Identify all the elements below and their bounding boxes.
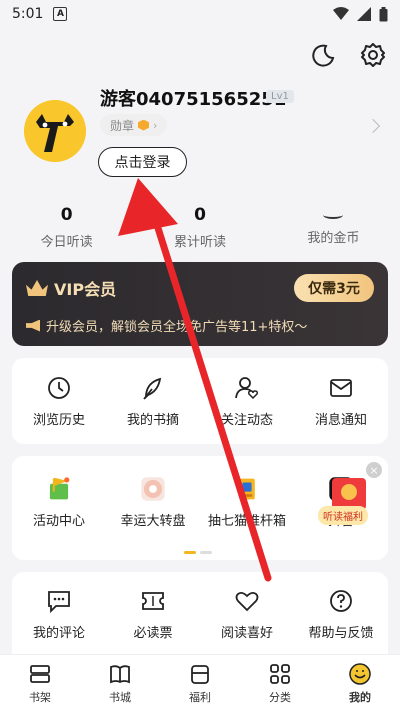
help-icon [330,589,352,612]
smiley-icon [349,663,371,685]
wifi-icon [333,7,349,20]
stats-row: 0 今日听读 0 累计听读 我的金币 [0,205,400,250]
vip-buy-button[interactable]: 仅需3元 [294,274,374,302]
profile-section[interactable]: 游客040751565251 Lv1 勋章 › 点击登录 [24,85,384,185]
shortcut-messages[interactable]: 消息通知 [294,358,388,444]
more-label: 阅读喜好 [220,625,273,641]
red-packet-widget[interactable]: 听读福利 [318,478,374,525]
more-comments[interactable]: 我的评论 [12,572,106,656]
username: 游客040751565251 [100,89,287,110]
stat-value: 0 [194,205,206,225]
medal-icon [138,119,150,131]
tab-label: 我的 [349,691,371,704]
activity-wheel[interactable]: 幸运大转盘 [106,456,200,548]
shortcut-label: 我的书摘 [126,412,179,428]
tab-welfare[interactable]: 福利 [160,655,240,712]
status-right [333,6,388,22]
ticket-icon [142,591,164,610]
activities-card: 活动中心 幸运大转盘 抽七猫推杆箱 抖音 × 听读福利 [12,456,388,560]
shortcut-label: 浏览历史 [32,412,85,428]
tab-mine[interactable]: 我的 [320,655,400,712]
activity-prize-box[interactable]: 抽七猫推杆箱 [200,456,294,548]
medal-button[interactable]: 勋章 › [100,114,168,136]
vip-title-text: VIP会员 [54,280,117,299]
grid-icon [270,664,290,684]
more-label: 必读票 [133,625,173,641]
signal-icon [357,7,371,21]
gear-icon[interactable] [360,42,386,68]
activity-label: 幸运大转盘 [120,513,186,529]
login-button[interactable]: 点击登录 [98,147,187,177]
more-label: 帮助与反馈 [308,625,374,641]
more-card: 我的评论 必读票 阅读喜好 帮助与反馈 [12,572,388,656]
shortcuts-card: 浏览历史 我的书摘 关注动态 消息通知 [12,358,388,444]
shortcut-excerpts[interactable]: 我的书摘 [106,358,200,444]
user-heart-icon [235,376,258,399]
tab-label: 福利 [189,691,211,704]
tab-bookstore[interactable]: 书城 [80,655,160,712]
activity-center[interactable]: 活动中心 [12,456,106,548]
vip-banner[interactable]: VIP会员 仅需3元 升级会员，解锁会员全场免广告等11+特权～ [12,262,388,346]
book-icon [110,665,130,684]
shortcut-follow[interactable]: 关注动态 [200,358,294,444]
prize-box-icon [239,478,255,499]
top-actions [310,42,386,68]
activity-label: 抽七猫推杆箱 [207,513,286,529]
feather-icon [143,377,162,400]
stat-label: 今日听读 [40,235,93,250]
medal-label: 勋章 [110,118,135,133]
tab-bookshelf[interactable]: 书架 [0,655,80,712]
coin-icon [341,484,357,500]
more-preferences[interactable]: 阅读喜好 [200,572,294,656]
vip-description: 升级会员，解锁会员全场免广告等11+特权～ [26,316,307,335]
shortcut-label: 消息通知 [314,412,367,428]
mail-icon [330,378,352,397]
stat-today-listen[interactable]: 0 今日听读 [0,205,133,250]
tab-label: 分类 [269,691,291,704]
stat-coins[interactable]: 我的金币 [267,205,400,250]
wheel-icon [141,476,165,501]
battery-icon [379,6,388,21]
carousel-indicator [184,551,212,554]
vip-title: VIP会员 [26,276,116,300]
close-icon[interactable]: × [366,462,382,478]
hidden-eye-icon[interactable] [323,211,344,219]
crown-icon [26,280,48,296]
chevron-right-icon: › [153,118,158,132]
status-time: 5:01 [12,6,44,22]
more-ticket[interactable]: 必读票 [106,572,200,656]
bookshelf-icon [30,665,50,683]
tab-category[interactable]: 分类 [240,655,320,712]
vip-description-text: 升级会员，解锁会员全场免广告等11+特权～ [46,320,308,335]
megaphone-icon [26,319,40,332]
cat-logo-icon [24,100,86,162]
stat-total-listen[interactable]: 0 累计听读 [133,205,266,250]
gift-icon [191,665,209,684]
stat-label: 累计听读 [173,235,226,250]
clock-icon [48,376,70,399]
stat-value: 0 [60,205,73,225]
activity-flag-icon [49,476,70,499]
profile-chevron-icon [365,118,381,134]
status-bar: 5:01 A [0,0,400,28]
tab-label: 书架 [29,691,51,704]
moon-icon[interactable] [310,42,336,68]
avatar[interactable] [24,100,86,162]
more-help[interactable]: 帮助与反馈 [294,572,388,656]
red-packet-label: 听读福利 [318,506,368,525]
level-badge: Lv1 [266,90,294,103]
tab-label: 书城 [109,691,131,704]
heart-icon [235,591,259,611]
shortcut-label: 关注动态 [220,412,273,428]
comment-icon [48,590,70,613]
bottom-tab-bar: 书架 书城 福利 分类 我的 [0,654,400,712]
activity-label: 活动中心 [32,513,85,529]
shortcut-history[interactable]: 浏览历史 [12,358,106,444]
more-label: 我的评论 [32,625,85,641]
stat-label: 我的金币 [307,231,360,246]
notification-a-icon: A [53,7,68,21]
